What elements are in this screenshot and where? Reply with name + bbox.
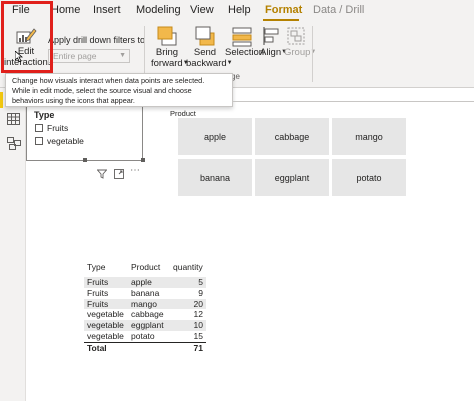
- cell-quantity: 15: [193, 330, 203, 341]
- group-button[interactable]: Group▼: [284, 24, 316, 70]
- cell-quantity: 9: [198, 287, 203, 298]
- slicer-title: Type: [34, 110, 55, 120]
- tab-home[interactable]: Home: [51, 4, 80, 16]
- table-row: vegetable eggplant 10: [84, 320, 206, 331]
- product-tile[interactable]: potato: [332, 159, 406, 196]
- model-view-icon[interactable]: [7, 137, 21, 155]
- chevron-down-icon: ▼: [119, 52, 126, 59]
- more-options-icon[interactable]: ⋯: [130, 165, 141, 176]
- cell-product: mango: [128, 298, 170, 310]
- slicer-option-vegetable[interactable]: vegetable: [35, 136, 84, 146]
- cell-type: vegetable: [87, 309, 124, 320]
- align-icon: [261, 25, 281, 47]
- table-row: Fruits apple 5: [84, 277, 206, 288]
- total-label: Total: [84, 341, 128, 354]
- tooltip-line: Change how visuals interact when data po…: [12, 76, 205, 85]
- cell-product: cabbage: [131, 309, 164, 320]
- focus-mode-icon[interactable]: [114, 166, 124, 184]
- selection-button[interactable]: Selection: [225, 24, 265, 70]
- resize-handle[interactable]: [83, 158, 87, 162]
- resize-handle[interactable]: [141, 158, 145, 162]
- total-empty-cell: [128, 341, 170, 354]
- tooltip-line: behaviors using the icons that appear.: [12, 96, 135, 105]
- cell-type: vegetable: [84, 320, 128, 331]
- left-sidebar: [0, 88, 26, 401]
- cell-quantity: 5: [170, 277, 206, 288]
- tab-help[interactable]: Help: [228, 4, 251, 16]
- selection-label: Selection: [225, 47, 265, 58]
- product-visual-title: Product: [170, 109, 196, 118]
- table-row: Fruits mango 20: [84, 298, 206, 310]
- align-button[interactable]: Align▼: [260, 24, 287, 70]
- table-header-row: Type Product quantity: [84, 261, 206, 277]
- menu-bar: File Home Insert Modeling View Help Form…: [0, 0, 474, 22]
- checkbox[interactable]: [35, 137, 43, 145]
- type-slicer[interactable]: Type Fruits vegetable: [26, 106, 145, 162]
- slicer-option-label: vegetable: [47, 136, 84, 146]
- column-header-quantity[interactable]: quantity: [170, 261, 206, 277]
- product-tile[interactable]: eggplant: [255, 159, 329, 196]
- canvas-top-edge: [233, 101, 474, 102]
- cell-quantity: 10: [170, 320, 206, 331]
- product-tile[interactable]: mango: [332, 118, 406, 155]
- active-tab-underline: [263, 19, 299, 21]
- highlight-box: [1, 1, 53, 73]
- total-quantity: 71: [170, 341, 206, 354]
- slicer-option-fruits[interactable]: Fruits: [35, 123, 68, 133]
- tab-view[interactable]: View: [190, 4, 214, 16]
- tooltip-line: While in edit mode, select the source vi…: [12, 86, 192, 95]
- send-backward-icon: [193, 25, 217, 47]
- cell-product: banana: [131, 287, 160, 298]
- group-icon: [286, 25, 306, 47]
- product-tile[interactable]: apple: [178, 118, 252, 155]
- bring-forward-label-1: Bring: [155, 47, 179, 58]
- report-view-indicator: [0, 92, 3, 108]
- drill-filter-placeholder: Entire page: [53, 51, 97, 61]
- cell-product: apple: [128, 277, 170, 288]
- send-backward-button[interactable]: Send backward▼: [186, 24, 233, 70]
- column-header-type[interactable]: Type: [84, 261, 128, 277]
- selection-icon: [230, 25, 254, 47]
- table-row: vegetable potato 15: [84, 331, 206, 342]
- column-header-product[interactable]: Product: [128, 261, 170, 277]
- send-backward-label-1: Send: [193, 47, 217, 58]
- table-row: Fruits banana 9: [84, 288, 206, 299]
- table-row: vegetable cabbage 12: [84, 309, 206, 320]
- group-label: Group: [284, 47, 311, 59]
- cell-type: Fruits: [84, 298, 128, 310]
- cell-quantity: 12: [193, 309, 203, 320]
- bring-forward-icon: [155, 25, 179, 47]
- filter-icon[interactable]: [96, 166, 108, 184]
- table-total-row: Total 71: [84, 341, 206, 354]
- tab-insert[interactable]: Insert: [93, 4, 121, 16]
- edit-interactions-tooltip: Change how visuals interact when data po…: [5, 73, 233, 107]
- tab-format[interactable]: Format: [265, 4, 302, 16]
- cell-product: eggplant: [128, 320, 170, 331]
- table-view-icon[interactable]: [7, 112, 20, 130]
- bring-forward-button[interactable]: Bring forward▼: [151, 24, 189, 70]
- cell-type: vegetable: [87, 330, 124, 341]
- align-label: Align: [260, 47, 282, 59]
- ribbon-separator: [312, 26, 313, 82]
- apply-drill-down-label: Apply drill down filters to: [48, 35, 146, 45]
- checkbox[interactable]: [35, 124, 43, 132]
- tab-data-drill[interactable]: Data / Drill: [313, 4, 364, 16]
- bring-forward-label-2: forward: [151, 58, 183, 70]
- cell-type: Fruits: [84, 277, 128, 288]
- drill-filter-dropdown[interactable]: Entire page ▼: [48, 49, 130, 63]
- data-table: Type Product quantity Fruits apple 5 Fru…: [84, 261, 206, 354]
- send-backward-label-2: backward: [186, 58, 227, 70]
- product-tile[interactable]: cabbage: [255, 118, 329, 155]
- cell-type: Fruits: [87, 287, 109, 298]
- tab-modeling[interactable]: Modeling: [136, 4, 181, 16]
- cell-quantity: 20: [170, 298, 206, 310]
- cell-product: potato: [131, 330, 155, 341]
- product-tile[interactable]: banana: [178, 159, 252, 196]
- slicer-option-label: Fruits: [47, 123, 69, 133]
